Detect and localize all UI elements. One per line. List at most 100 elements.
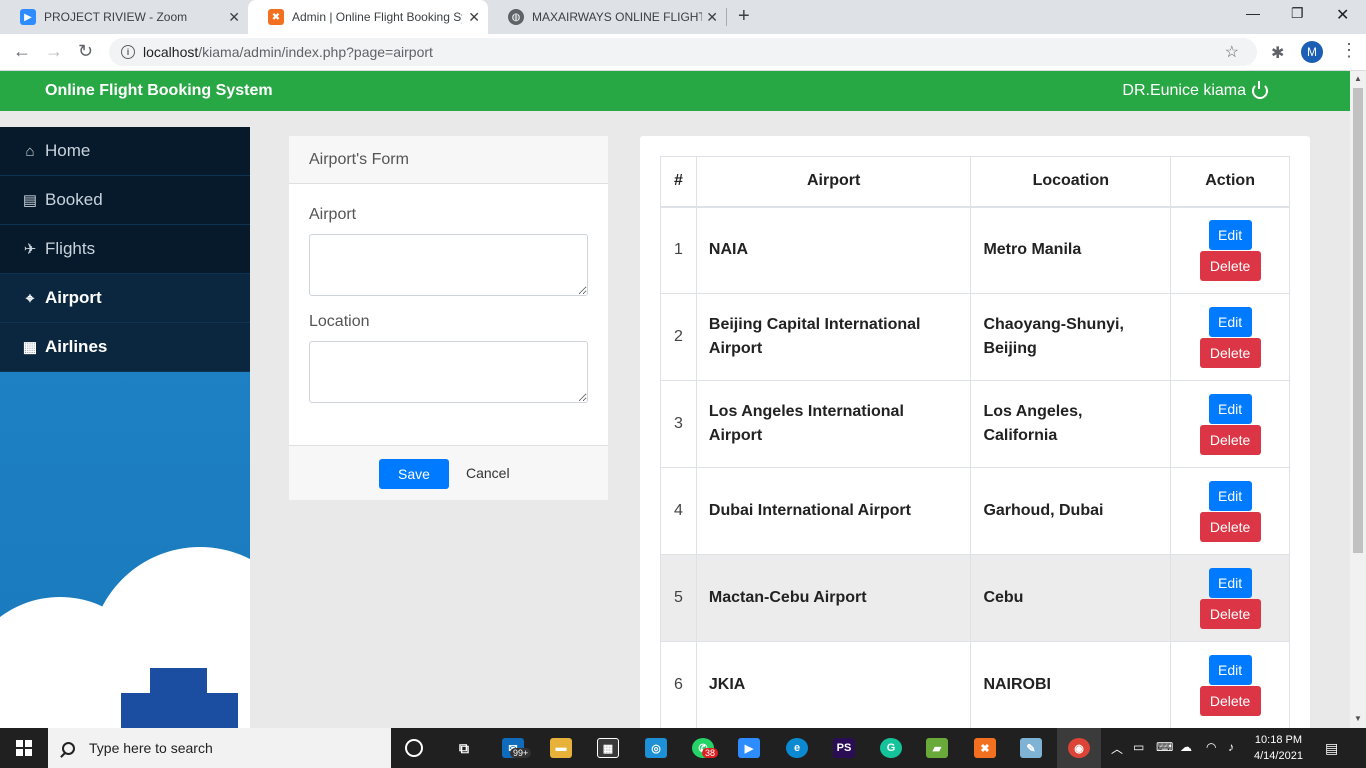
tray-chevron-icon[interactable]: ︿ [1111,740,1123,757]
delete-button[interactable]: Delete [1199,250,1261,281]
tab-title: PROJECT RIVIEW - Zoom [44,10,188,24]
file-explorer-icon[interactable]: ▬ [550,738,572,758]
airport-field[interactable] [309,234,588,296]
action-cell: Edit Delete [1170,380,1290,468]
location-cell: Metro Manila [970,206,1172,294]
row-number: 5 [660,554,697,642]
chrome-icon[interactable]: ◉ [1068,738,1090,758]
close-icon[interactable]: ✕ [706,9,718,26]
url-path: /kiama/admin/index.php?page=airport [198,44,433,60]
table-row: 2 Beijing Capital International Airport … [660,293,1290,381]
tab-zoom[interactable]: ▶ PROJECT RIVIEW - Zoom ✕ [0,0,248,34]
forward-button[interactable]: → [45,41,63,62]
scrollbar-thumb[interactable] [1353,88,1363,553]
input-method-icon[interactable]: ⌨ [1156,740,1173,754]
sidebar-item-home[interactable]: ⌂ Home [0,127,250,176]
row-number: 6 [660,641,697,728]
avatar[interactable]: M [1301,41,1323,63]
sidebar: ⌂ Home ▤ Booked ✈ Flights ⌖ Airport ▦ Ai… [0,127,250,728]
table-row: 5 Mactan-Cebu Airport Cebu Edit Delete [660,554,1290,642]
minimize-button[interactable]: — [1246,5,1260,21]
delete-button[interactable]: Delete [1199,598,1261,629]
vertical-scrollbar[interactable]: ▲ ▼ [1350,71,1366,728]
edit-button[interactable]: Edit [1208,393,1252,424]
sidebar-item-label: Home [45,141,91,160]
location-cell: NAIROBI [970,641,1172,728]
task-view-icon[interactable]: ⧉ [453,738,475,758]
table-row: 1 NAIA Metro Manila Edit Delete [660,206,1290,294]
home-icon: ⌂ [25,142,35,160]
back-button[interactable]: ← [13,41,31,62]
restore-button[interactable]: ❐ [1291,5,1304,22]
url-input[interactable]: i localhost/kiama/admin/index.php?page=a… [109,38,1257,66]
edit-button[interactable]: Edit [1208,654,1252,685]
brand-title: Online Flight Booking System [45,82,273,99]
table-row: 3 Los Angeles International Airport Los … [660,380,1290,468]
whatsapp-badge: 38 [702,748,719,758]
row-number: 4 [660,467,697,555]
tab-admin[interactable]: ✖ Admin | Online Flight Booking Sy ✕ [248,0,488,34]
star-icon[interactable]: ☆ [1225,42,1239,62]
store-icon[interactable]: ▦ [597,738,619,758]
meet-now-icon[interactable]: ▭ [1133,740,1144,754]
action-cell: Edit Delete [1170,554,1290,642]
map-marked-icon: ⌖ [25,289,35,307]
delete-button[interactable]: Delete [1199,511,1261,542]
sidebar-item-airport[interactable]: ⌖ Airport [0,274,250,323]
sidebar-item-booked[interactable]: ▤ Booked [0,176,250,225]
folder-app-icon[interactable]: ▰ [926,738,948,758]
zoom-app-icon[interactable]: ▶ [738,738,760,758]
close-icon[interactable]: ✕ [468,9,480,26]
reload-button[interactable]: ↻ [78,41,93,62]
edit-button[interactable]: Edit [1208,306,1252,337]
xampp-app-icon[interactable]: ✖ [974,738,996,758]
edit-button[interactable]: Edit [1208,480,1252,511]
edit-button[interactable]: Edit [1208,567,1252,598]
close-icon[interactable]: ✕ [228,9,240,26]
location-field[interactable] [309,341,588,403]
form-footer: Save Cancel [289,445,608,500]
volume-icon[interactable]: ♪ [1228,740,1234,754]
address-bar: ← → ↻ i localhost/kiama/admin/index.php?… [0,34,1366,71]
extensions-icon[interactable]: ✱ [1271,43,1284,63]
notifications-icon[interactable]: ▤ [1325,740,1338,757]
edit-button[interactable]: Edit [1208,219,1252,250]
menu-icon[interactable]: ⋮ [1340,40,1358,61]
save-button[interactable]: Save [379,459,449,489]
sidebar-item-label: Booked [45,190,103,209]
wifi-icon[interactable]: ◠ [1206,740,1216,754]
location-cell: Cebu [970,554,1172,642]
tab-maxairways[interactable]: ◍ MAXAIRWAYS ONLINE FLIGHT BO ✕ [488,0,726,34]
delete-button[interactable]: Delete [1199,424,1261,455]
scroll-down-icon[interactable]: ▼ [1354,714,1362,723]
edge-icon[interactable]: e [786,738,808,758]
notepad-icon[interactable]: ✎ [1020,738,1042,758]
column-header: Locoation [970,156,1172,208]
onedrive-icon[interactable]: ☁ [1180,740,1192,754]
sidebar-item-label: Flights [45,239,96,258]
sidebar-item-flights[interactable]: ✈ Flights [0,225,250,274]
close-window-button[interactable]: ✕ [1336,5,1349,25]
new-tab-button[interactable]: + [738,5,750,28]
taskbar-search-input[interactable]: Type here to search [48,728,391,768]
search-placeholder: Type here to search [89,740,213,756]
grammarly-icon[interactable]: G [880,738,902,758]
system-clock[interactable]: 10:18 PM 4/14/2021 [1254,732,1303,764]
instagram-icon[interactable]: ◎ [645,738,667,758]
delete-button[interactable]: Delete [1199,337,1261,368]
sidebar-item-airlines[interactable]: ▦ Airlines [0,323,250,372]
xampp-icon: ✖ [268,9,284,25]
delete-button[interactable]: Delete [1199,685,1261,716]
cancel-button[interactable]: Cancel [466,465,510,481]
windows-start-icon[interactable] [16,740,32,756]
power-icon[interactable] [1252,81,1268,99]
user-menu[interactable]: DR.Eunice kiama [1122,81,1268,100]
tab-title: Admin | Online Flight Booking Sy [292,10,462,24]
phpstorm-icon[interactable]: PS [833,738,855,758]
airport-table: # Airport Locoation Action 1 NAIA Metro … [660,156,1290,728]
cortana-icon[interactable] [405,739,423,757]
info-icon[interactable]: i [121,45,135,59]
building-icon: ▦ [22,339,38,356]
clock-time: 10:18 PM [1254,734,1303,746]
scroll-up-icon[interactable]: ▲ [1354,74,1362,83]
